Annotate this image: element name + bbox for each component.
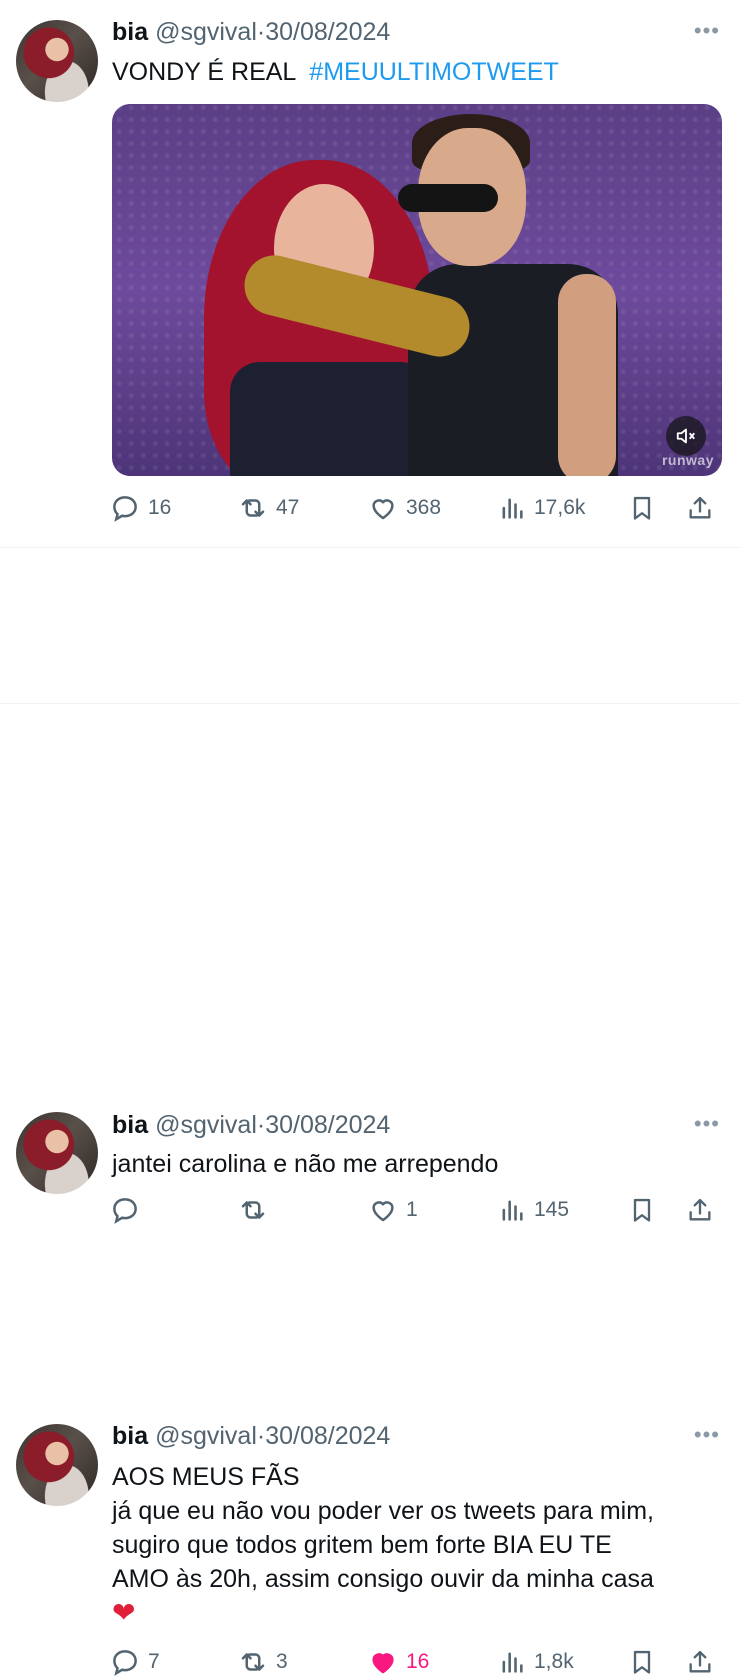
tweet-text-content: VONDY É REAL — [112, 58, 310, 86]
tweet-date[interactable]: 30/08/2024 — [265, 1422, 390, 1450]
share-icon — [689, 1650, 711, 1673]
like-count: 368 — [406, 496, 442, 519]
retweet-count: 3 — [276, 1650, 288, 1673]
tweet-text: jantei carolina e não me arrependo — [112, 1150, 499, 1178]
tweet-1[interactable]: bia @sgvival·30/08/2024 ••• VONDY É REAL… — [0, 0, 740, 548]
reply-icon — [113, 496, 137, 522]
display-name[interactable]: bia — [112, 18, 148, 46]
bar-chart-icon — [502, 1200, 523, 1221]
tweet-header: bia @sgvival·30/08/2024 — [112, 18, 390, 47]
share-button[interactable] — [686, 1192, 714, 1228]
retweet-button[interactable]: 47 — [238, 490, 299, 526]
tweet-date[interactable]: 30/08/2024 — [265, 1111, 390, 1139]
separator-dot: · — [256, 1111, 266, 1139]
separator-dot: · — [256, 1422, 266, 1450]
more-options-icon[interactable]: ••• — [694, 1422, 720, 1448]
reply-icon — [113, 1198, 137, 1224]
heart-icon — [372, 1201, 394, 1222]
tweet-actions: 7 3 16 1,8k — [110, 1644, 720, 1680]
bookmark-button[interactable] — [628, 1644, 656, 1680]
like-button[interactable]: 1 — [368, 1192, 418, 1228]
tweet-3[interactable]: bia @sgvival·30/08/2024 ••• AOS MEUS FÃS… — [0, 704, 740, 1676]
user-handle[interactable]: @sgvival — [155, 18, 257, 46]
views-button[interactable]: 17,6k — [498, 490, 585, 526]
like-count: 16 — [406, 1650, 430, 1673]
retweet-icon — [241, 1201, 265, 1219]
user-handle[interactable]: @sgvival — [155, 1422, 257, 1450]
avatar[interactable] — [16, 20, 98, 102]
like-button[interactable]: 16 — [368, 1644, 429, 1680]
hashtag-link[interactable]: #MEUULTIMOTWEET — [309, 58, 559, 86]
video-frame-shape — [558, 274, 616, 476]
more-options-icon[interactable]: ••• — [694, 1111, 720, 1137]
red-heart-emoji: ❤ — [112, 1597, 136, 1628]
like-button[interactable]: 368 — [368, 490, 441, 526]
share-button[interactable] — [686, 490, 714, 526]
video-frame-shape — [398, 184, 498, 212]
view-count: 145 — [534, 1198, 570, 1221]
more-options-icon[interactable]: ••• — [694, 18, 720, 44]
bar-chart-icon — [502, 1652, 523, 1673]
reply-icon — [113, 1650, 137, 1676]
view-count: 17,6k — [534, 496, 586, 519]
display-name[interactable]: bia — [112, 1111, 148, 1139]
tweet-video[interactable]: runway — [112, 104, 722, 476]
bookmark-button[interactable] — [628, 490, 656, 526]
reply-button[interactable]: 16 — [110, 490, 171, 526]
tweet-date[interactable]: 30/08/2024 — [265, 18, 390, 46]
heart-filled-icon — [372, 1653, 394, 1674]
views-button[interactable]: 145 — [498, 1192, 569, 1228]
user-handle[interactable]: @sgvival — [155, 1111, 257, 1139]
bookmark-icon — [633, 1650, 651, 1674]
tweet-actions: 16 47 368 17,6k — [110, 490, 720, 526]
tweet-header: bia @sgvival·30/08/2024 — [112, 1422, 390, 1451]
like-count: 1 — [406, 1198, 418, 1221]
avatar[interactable] — [16, 1112, 98, 1194]
reply-count: 7 — [148, 1650, 160, 1673]
retweet-button[interactable] — [238, 1192, 276, 1228]
reply-button[interactable]: 7 — [110, 1644, 160, 1680]
video-frame-shape — [230, 362, 430, 476]
tweet-text: AOS MEUS FÃS já que eu não vou poder ver… — [112, 1460, 720, 1631]
bookmark-icon — [633, 1198, 651, 1222]
retweet-icon — [241, 499, 265, 517]
share-button[interactable] — [686, 1644, 714, 1680]
tweet-text: VONDY É REAL #MEUULTIMOTWEET — [112, 55, 720, 89]
reply-button[interactable] — [110, 1192, 148, 1228]
bookmark-icon — [633, 496, 651, 520]
separator-dot: · — [256, 18, 266, 46]
tweet-header: bia @sgvival·30/08/2024 — [112, 1111, 390, 1140]
tweet-actions: 1 145 — [110, 1192, 720, 1228]
bar-chart-icon — [502, 498, 523, 519]
views-button[interactable]: 1,8k — [498, 1644, 574, 1680]
share-icon — [689, 496, 711, 519]
share-icon — [689, 1198, 711, 1221]
retweet-button[interactable]: 3 — [238, 1644, 288, 1680]
view-count: 1,8k — [534, 1650, 574, 1673]
retweet-icon — [241, 1653, 265, 1671]
bookmark-button[interactable] — [628, 1192, 656, 1228]
mute-icon[interactable] — [666, 416, 706, 456]
tweet-2[interactable]: bia @sgvival·30/08/2024 ••• jantei carol… — [0, 548, 740, 1224]
display-name[interactable]: bia — [112, 1422, 148, 1450]
heart-icon — [372, 499, 394, 520]
video-watermark: runway — [661, 452, 714, 468]
reply-count: 16 — [148, 496, 172, 519]
tweet-text-content: AOS MEUS FÃS já que eu não vou poder ver… — [112, 1463, 654, 1593]
avatar[interactable] — [16, 1424, 98, 1506]
retweet-count: 47 — [276, 496, 300, 519]
